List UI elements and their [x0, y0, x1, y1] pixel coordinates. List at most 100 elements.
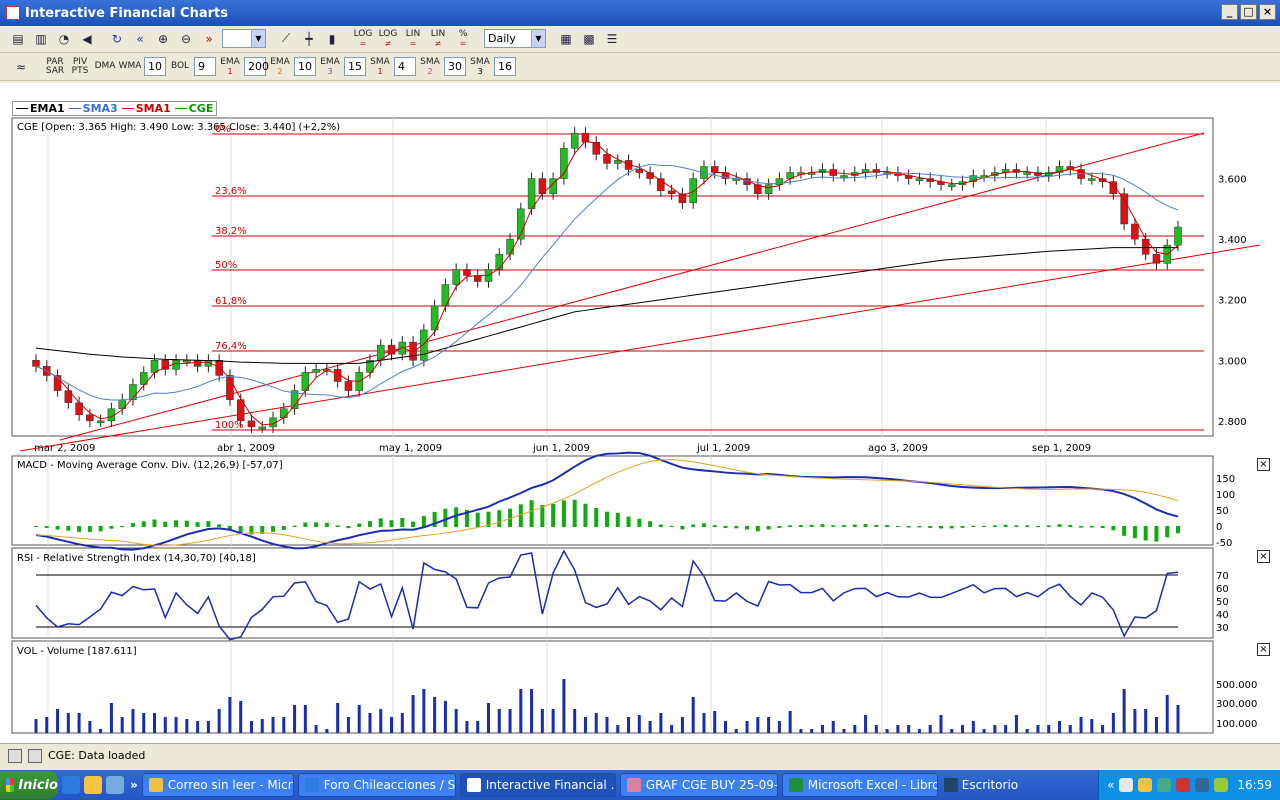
macd-histogram-bar — [917, 526, 922, 528]
candle-chart-icon[interactable]: ▮ — [322, 29, 342, 49]
close-vol-pane-button[interactable]: × — [1257, 643, 1270, 656]
ie-icon[interactable] — [62, 776, 80, 794]
clock-app-icon[interactable] — [84, 776, 102, 794]
desktop-toolbar[interactable]: Escritorio — [943, 778, 1018, 792]
task-paint[interactable]: GRAF CGE BUY 25-09-0... — [619, 773, 778, 797]
ema1-period-input[interactable]: 200 — [244, 57, 269, 76]
print-preview-icon[interactable]: ▥ — [31, 29, 51, 49]
ema3-period-input[interactable]: 15 — [344, 57, 366, 76]
tray-icon-4[interactable] — [1176, 778, 1191, 792]
par-sar-button[interactable]: PAR SAR — [44, 57, 66, 77]
tray-expand-icon[interactable]: « — [1107, 778, 1114, 792]
task-outlook[interactable]: Correo sin leer - Micros... — [141, 773, 294, 797]
ema3-label: EMA — [320, 56, 340, 67]
zoom-in-icon[interactable]: ⊕ — [153, 29, 173, 49]
chart-canvas[interactable]: CGE [Open: 3.365 High: 3.490 Low: 3.365 … — [0, 83, 1280, 743]
close-window-button[interactable]: × — [1259, 4, 1276, 20]
volume-bar — [443, 701, 447, 733]
macd-histogram-bar — [314, 522, 319, 527]
period-select[interactable]: ▼ — [222, 29, 266, 48]
dma-button[interactable]: DMA — [94, 57, 116, 77]
price-x-tick: abr 1, 2009 — [217, 443, 275, 454]
volume-bar — [1057, 721, 1061, 733]
sma1-period-input[interactable]: 4 — [394, 57, 416, 76]
refresh-icon[interactable]: ↻ — [107, 29, 127, 49]
add-indicator-icon[interactable]: ≈ — [8, 57, 34, 77]
candle — [948, 184, 956, 187]
sma3-index: 3 — [477, 66, 483, 76]
lin-scale-alt-button[interactable]: LIN ≠ — [427, 29, 449, 49]
rsi-y-tick: 60 — [1216, 584, 1229, 595]
volume-bar — [196, 721, 200, 733]
volume-bar — [637, 715, 641, 733]
printer-icon[interactable] — [28, 748, 42, 763]
log-scale-alt-button[interactable]: LOG ≠ — [377, 29, 399, 49]
tray-icon-1[interactable] — [1119, 778, 1134, 792]
close-macd-pane-button[interactable]: × — [1257, 458, 1270, 471]
macd-histogram-bar — [540, 504, 545, 527]
macd-histogram-bar — [1122, 526, 1127, 536]
task-interactive-charts[interactable]: Interactive Financial ... — [459, 773, 616, 797]
quicklaunch-more-icon[interactable]: » — [130, 778, 138, 792]
windows-taskbar: Inicio » Correo sin leer - Micros... For… — [0, 770, 1280, 800]
clock-time: 16:59 — [1237, 778, 1272, 792]
sma3-period-input[interactable]: 16 — [494, 57, 516, 76]
percent-scale-button[interactable]: % = — [452, 29, 474, 49]
log-scale-button[interactable]: LOG = — [352, 29, 374, 49]
bol-period-input[interactable]: 9 — [194, 57, 216, 76]
bol-button[interactable]: BOL — [169, 57, 191, 77]
sar-label: SAR — [45, 65, 65, 76]
sma1-index: 1 — [377, 66, 383, 76]
wma-button[interactable]: WMA — [119, 57, 142, 77]
task-excel[interactable]: Microsoft Excel - Libro1 — [781, 773, 938, 797]
macd-histogram-bar — [324, 522, 329, 527]
maximize-button[interactable]: □ — [1240, 4, 1257, 20]
sma3-button[interactable]: SMA 3 — [469, 57, 491, 77]
print-icon[interactable]: ▤ — [8, 29, 28, 49]
chart-settings-icon[interactable]: ▦ — [556, 29, 576, 49]
candle — [1174, 226, 1182, 246]
start-button[interactable]: Inicio — [0, 771, 58, 799]
clock-icon[interactable]: ◔ — [54, 29, 74, 49]
sma2-button[interactable]: SMA 2 — [419, 57, 441, 77]
interval-select[interactable]: Daily ▼ — [484, 29, 546, 48]
scroll-right-icon[interactable]: » — [199, 29, 219, 49]
sma1-button[interactable]: SMA 1 — [369, 57, 391, 77]
volume-bar — [411, 695, 415, 733]
tray-icon-5[interactable] — [1195, 778, 1210, 792]
minimize-button[interactable]: _ — [1221, 4, 1238, 20]
sound-icon[interactable]: ◀ — [77, 29, 97, 49]
tray-icon-6[interactable] — [1214, 778, 1229, 792]
ema3-button[interactable]: EMA 3 — [319, 57, 341, 77]
sma2-label: SMA — [420, 56, 440, 67]
music-icon[interactable] — [106, 776, 124, 794]
macd-histogram-bar — [44, 526, 49, 528]
ema2-period-input[interactable]: 10 — [294, 57, 316, 76]
sma2-period-input[interactable]: 30 — [444, 57, 466, 76]
candle — [172, 360, 180, 370]
ema2-button[interactable]: EMA 2 — [269, 57, 291, 77]
task-foro[interactable]: Foro Chileacciones / Su... — [297, 773, 456, 797]
macd-histogram-bar — [842, 525, 847, 527]
candle — [420, 329, 428, 361]
candle — [258, 426, 266, 430]
fib-level-label: 38,2% — [215, 226, 247, 237]
wma-period-input[interactable]: 10 — [144, 57, 166, 76]
close-rsi-pane-button[interactable]: × — [1257, 550, 1270, 563]
monitor-icon[interactable] — [8, 748, 22, 763]
ema1-button[interactable]: EMA 1 — [219, 57, 241, 77]
candle — [915, 178, 924, 181]
candle — [635, 169, 644, 173]
color-palette-icon[interactable]: ▩ — [579, 29, 599, 49]
tray-icon-2[interactable] — [1138, 778, 1153, 792]
bar-chart-icon[interactable]: ┿ — [299, 29, 319, 49]
line-chart-icon[interactable]: ⟋ — [276, 29, 296, 49]
volume-bar — [820, 725, 824, 733]
volume-bar — [594, 713, 598, 733]
zoom-out-icon[interactable]: ⊖ — [176, 29, 196, 49]
tray-icon-3[interactable] — [1157, 778, 1172, 792]
scroll-left-icon[interactable]: « — [130, 29, 150, 49]
list-icon[interactable]: ☰ — [602, 29, 622, 49]
piv-pts-button[interactable]: PIV PTS — [69, 57, 91, 77]
lin-scale-button[interactable]: LIN = — [402, 29, 424, 49]
